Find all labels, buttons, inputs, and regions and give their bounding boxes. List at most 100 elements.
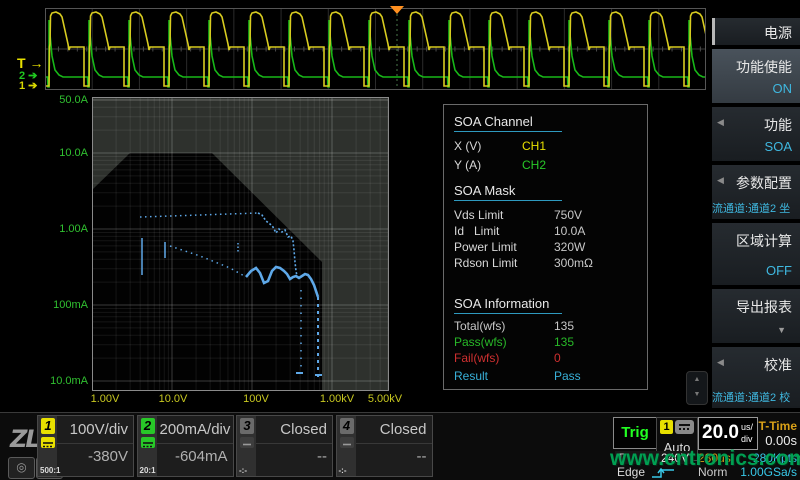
power-label: 电源 bbox=[764, 23, 792, 43]
soa-row-value: 750V bbox=[554, 208, 582, 222]
soa-section-title: SOA Mask bbox=[454, 183, 515, 198]
dc-coupling-icon bbox=[41, 437, 55, 448]
y-axis-label: 10.0A bbox=[38, 147, 88, 159]
sidebar-item-area-calc[interactable]: 区域计算 OFF bbox=[712, 223, 800, 285]
trigger-position-icon[interactable] bbox=[390, 6, 404, 14]
channel-1-box[interactable]: 1 100V/div -380V500:1 bbox=[37, 415, 134, 477]
soa-row: Result Pass bbox=[454, 369, 639, 383]
soa-plot bbox=[92, 97, 389, 391]
y-axis-label: 1.00A bbox=[38, 223, 88, 235]
channel-offset: -- bbox=[259, 448, 327, 465]
x-axis-label: 1.00kV bbox=[320, 393, 354, 405]
param-config-label: 参数配置 bbox=[736, 173, 792, 193]
soa-row-label: Rdson Limit bbox=[454, 256, 517, 270]
section-underline bbox=[454, 200, 562, 201]
soa-row-label: Total(wfs) bbox=[454, 319, 505, 333]
ch1-position-marker[interactable]: 1 ➔ bbox=[19, 79, 37, 92]
channel-scale: 200mA/div bbox=[160, 421, 228, 438]
function-label: 功能 bbox=[764, 115, 792, 135]
soa-row: Y (A)CH2 bbox=[454, 158, 639, 172]
probe-ratio: 20:1 bbox=[140, 466, 156, 475]
sidebar-item-calibration[interactable]: ◀ 校准 流通道:通道2 校 bbox=[712, 347, 800, 408]
channel-offset: -604mA bbox=[160, 448, 228, 465]
x-axis-label: 5.00kV bbox=[368, 393, 402, 405]
soa-row: Total(wfs) 135 bbox=[454, 319, 639, 333]
channel-off-icon bbox=[340, 437, 354, 448]
soa-row-value: 135 bbox=[554, 319, 574, 333]
timebase-value: 20.0 bbox=[702, 422, 739, 444]
probe-ratio: -:- bbox=[239, 466, 247, 475]
sidebar-item-param-config[interactable]: ◀ 参数配置 流通道:通道2 坐 bbox=[712, 165, 800, 219]
sidebar-scroll-control[interactable]: ▲▼ bbox=[686, 371, 708, 405]
down-arrow-icon: ▼ bbox=[777, 325, 786, 335]
soa-row-value: 300mΩ bbox=[554, 256, 593, 270]
left-arrow-icon: ◀ bbox=[717, 117, 724, 128]
soa-row-value: 10.0A bbox=[554, 224, 585, 238]
dc-coupling-icon bbox=[675, 420, 694, 434]
x-axis-label: 10.0V bbox=[159, 393, 188, 405]
timebase-button[interactable]: 20.0 us/div bbox=[698, 417, 758, 450]
function-enable-label: 功能使能 bbox=[736, 57, 792, 77]
channel-number-badge: 3 bbox=[240, 418, 254, 434]
watermark: www.cntronics.com bbox=[610, 447, 800, 471]
power-accent-bar bbox=[712, 18, 715, 45]
param-config-subtitle: 流通道:通道2 坐 bbox=[712, 200, 798, 216]
left-arrow-icon: ◀ bbox=[717, 175, 724, 186]
t-time-value: 0.00s bbox=[752, 433, 797, 448]
area-calc-value: OFF bbox=[766, 263, 792, 278]
channel-number-badge: 4 bbox=[340, 418, 354, 434]
sidebar-item-function-enable[interactable]: 功能使能 ON bbox=[712, 49, 800, 103]
x-axis-label: 1.00V bbox=[91, 393, 120, 405]
soa-row: X (V) CH1 bbox=[454, 139, 639, 153]
calibration-label: 校准 bbox=[764, 355, 792, 375]
channel-3-box[interactable]: 3 Closed -- -:- bbox=[236, 415, 333, 477]
export-report-label: 导出报表 bbox=[736, 297, 792, 317]
soa-info-panel: SOA ChannelX (V)CH1Y (A)CH2SOA MaskVds L… bbox=[443, 104, 648, 390]
soa-row-label: X (V) bbox=[454, 139, 481, 153]
channel-number-badge: 1 bbox=[41, 418, 55, 434]
channel-offset: -380V bbox=[60, 448, 128, 465]
soa-row: Vds Limit750V bbox=[454, 208, 639, 222]
section-underline bbox=[454, 313, 562, 314]
soa-row-value: CH2 bbox=[522, 158, 546, 172]
touch-icon[interactable]: ◎ bbox=[8, 457, 35, 479]
y-axis-label: 10.0mA bbox=[38, 375, 88, 387]
sidebar-item-function[interactable]: ◀ 功能 SOA bbox=[712, 107, 800, 161]
soa-row-value: 0 bbox=[554, 351, 561, 365]
trigger-status-button[interactable]: Trig bbox=[613, 417, 657, 449]
soa-row: Pass(wfs)135 bbox=[454, 335, 639, 349]
soa-row-label: Result bbox=[454, 369, 488, 383]
probe-ratio: -:- bbox=[339, 466, 347, 475]
soa-row: Id Limit10.0A bbox=[454, 224, 639, 238]
sidebar-item-power[interactable]: 电源 bbox=[712, 18, 800, 45]
channel-off-icon bbox=[240, 437, 254, 448]
divider bbox=[157, 443, 233, 444]
left-arrow-icon: ◀ bbox=[717, 357, 724, 368]
y-axis-label: 50.0A bbox=[38, 94, 88, 106]
t-time-label: T-Time bbox=[757, 419, 797, 433]
area-calc-label: 区域计算 bbox=[736, 231, 792, 251]
waveform-strip bbox=[45, 8, 706, 90]
oscilloscope-screen: T → 2 ➔ 1 ➔ 50.0A10.0A1.00A100mA10.0mA 1… bbox=[0, 0, 800, 480]
channel-scale: 100V/div bbox=[60, 421, 128, 438]
divider bbox=[356, 443, 432, 444]
soa-section-title: SOA Information bbox=[454, 296, 549, 311]
channel-2-box[interactable]: 2 200mA/div -604mA 20:1 bbox=[137, 415, 234, 477]
channel-number-badge: 2 bbox=[141, 418, 155, 434]
trigger-source-badge: 1 bbox=[660, 420, 673, 434]
soa-row-value: CH1 bbox=[522, 139, 546, 153]
function-value: SOA bbox=[765, 139, 792, 154]
soa-row-value: 135 bbox=[554, 335, 574, 349]
channel-4-box[interactable]: 4Closed---:- bbox=[336, 415, 433, 477]
soa-row-label: Power Limit bbox=[454, 240, 517, 254]
channel-scale: Closed bbox=[259, 421, 327, 438]
soa-row: Power Limit320W bbox=[454, 240, 639, 254]
soa-row: Rdson Limit 300mΩ bbox=[454, 256, 639, 270]
sidebar-item-export-report[interactable]: 导出报表 ▼ bbox=[712, 289, 800, 343]
channel-scale: Closed bbox=[359, 421, 427, 438]
divider bbox=[57, 443, 133, 444]
soa-row-value: Pass bbox=[554, 369, 581, 383]
function-enable-value: ON bbox=[773, 81, 793, 96]
probe-ratio: 500:1 bbox=[40, 466, 60, 475]
section-underline bbox=[454, 131, 562, 132]
